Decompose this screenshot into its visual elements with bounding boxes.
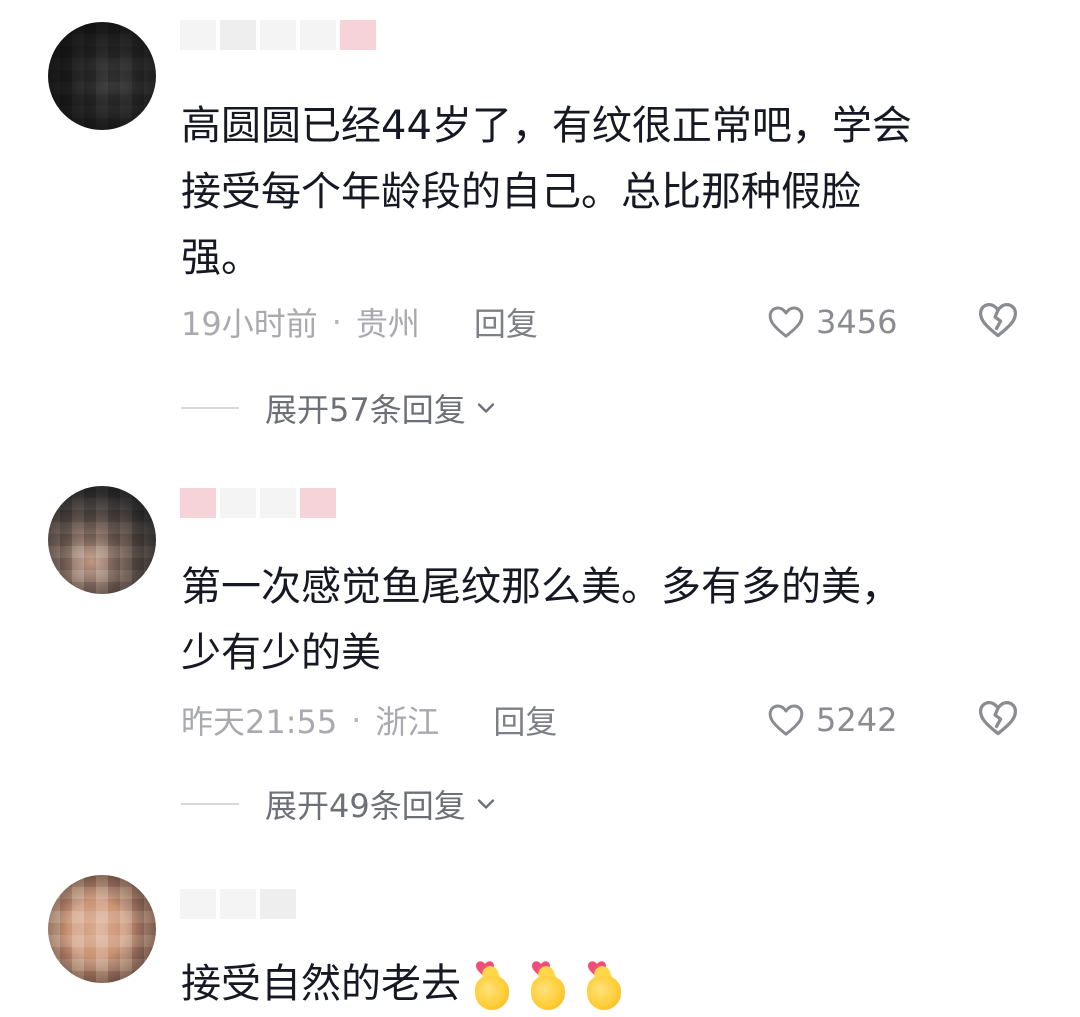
divider-line [181, 803, 239, 805]
comment-location: 浙江 [375, 703, 440, 741]
comment-item: 高圆圆已经44岁了，有纹很正常吧，学会 接受每个年龄段的自己。总比那种假脸 强。… [0, 0, 1080, 470]
username-blurred[interactable] [180, 889, 296, 923]
reply-button[interactable]: 回复 [493, 697, 557, 743]
username-blurred[interactable] [180, 20, 376, 54]
broken-heart-icon[interactable] [976, 298, 1020, 342]
hand-shape [531, 976, 565, 1010]
divider-line [181, 407, 239, 409]
hand-shape [475, 976, 509, 1010]
comment-location: 贵州 [355, 305, 420, 343]
emoji-group [469, 960, 627, 1012]
reply-button[interactable]: 回复 [474, 299, 538, 345]
heart-outline-icon [768, 704, 804, 736]
like-count: 3456 [816, 303, 898, 341]
comment-item: 接受自然的老去 [0, 865, 1080, 1014]
broken-heart-icon[interactable] [976, 696, 1020, 740]
comment-time: 19小时前 [181, 305, 318, 343]
expand-replies-label: 展开49条回复 [265, 787, 466, 825]
expand-replies-button[interactable]: 展开49条回复 [181, 780, 500, 828]
like-button[interactable]: 3456 [766, 296, 897, 348]
comment-meta: 昨天21:55 · 浙江 回复 [181, 694, 557, 746]
expand-replies-label: 展开57条回复 [265, 391, 466, 429]
expand-replies-button[interactable]: 展开57条回复 [181, 384, 500, 432]
avatar[interactable] [48, 22, 156, 130]
comment-meta: 19小时前 · 贵州 回复 [181, 296, 538, 348]
meta-separator: · [351, 701, 362, 739]
heart-outline-icon [768, 306, 804, 338]
heart-hands-emoji [581, 960, 627, 1012]
hand-shape [587, 976, 621, 1010]
like-count: 5242 [816, 701, 898, 739]
like-button[interactable]: 5242 [766, 694, 897, 746]
comment-time: 昨天21:55 [181, 703, 338, 741]
username-blurred[interactable] [180, 488, 336, 522]
heart-hands-emoji [469, 960, 515, 1012]
comment-text: 高圆圆已经44岁了，有纹很正常吧，学会 接受每个年龄段的自己。总比那种假脸 强。 [181, 103, 912, 281]
avatar[interactable] [48, 875, 156, 983]
comment-text: 第一次感觉鱼尾纹那么美。多有多的美， 少有少的美 [181, 564, 901, 676]
comment-item: 第一次感觉鱼尾纹那么美。多有多的美， 少有少的美 昨天21:55 · 浙江 回复… [0, 470, 1080, 865]
heart-hands-emoji [525, 960, 571, 1012]
meta-separator: · [331, 303, 342, 341]
avatar[interactable] [48, 486, 156, 594]
comment-text-body: 接受自然的老去 [181, 961, 461, 1007]
chevron-down-icon [477, 799, 494, 809]
comment-text: 接受自然的老去 [181, 951, 1021, 1017]
chevron-down-icon [477, 403, 494, 413]
